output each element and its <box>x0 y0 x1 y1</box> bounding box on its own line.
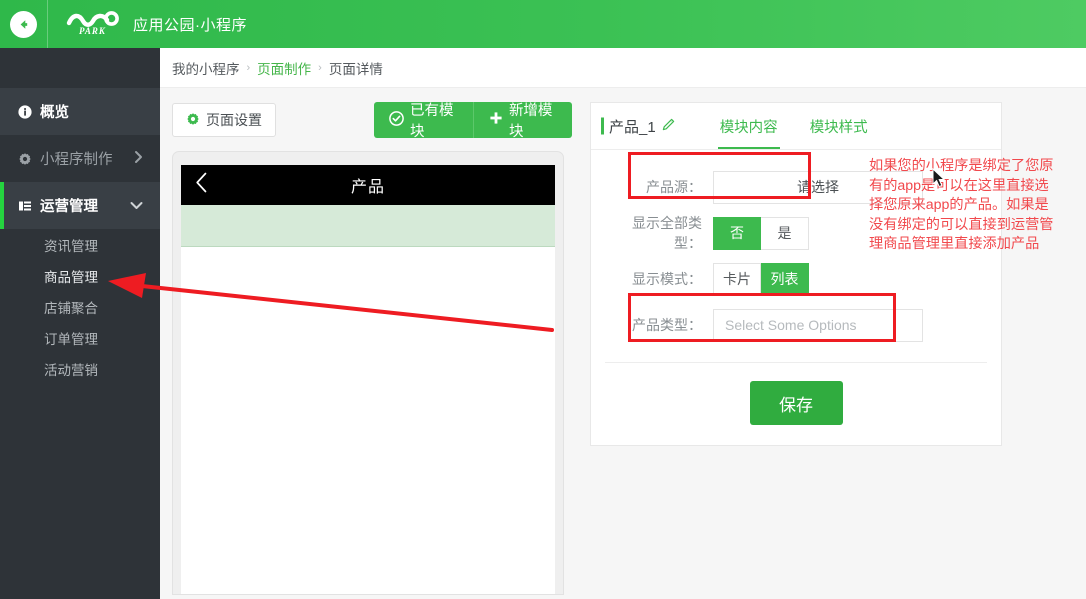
sidebar-item-overview-label: 概览 <box>40 101 69 122</box>
page-settings-label: 页面设置 <box>206 110 262 130</box>
chevron-right-icon <box>134 150 143 167</box>
display-mode-option-card-label: 卡片 <box>723 269 751 289</box>
breadcrumb-separator-icon-2: › <box>318 62 322 74</box>
show-all-types-toggle: 否 是 <box>713 217 809 250</box>
phone-preview-frame: 产品 <box>172 151 564 595</box>
module-settings-card: 产品_1 模块内容 <box>590 102 1002 446</box>
top-header-bar: PARK 应用公园·小程序 <box>0 0 1086 48</box>
module-settings-pane: 产品_1 模块内容 <box>590 102 1002 595</box>
phone-nav-title: 产品 <box>181 173 555 197</box>
content-area: 我的小程序 › 页面制作 › 页面详情 页面设置 <box>160 48 1086 599</box>
phone-nav-bar: 产品 <box>181 165 555 205</box>
tab-module-content[interactable]: 模块内容 <box>718 103 780 149</box>
sidebar-subitem-news-label: 资讯管理 <box>44 235 98 255</box>
add-module-label: 新增模块 <box>509 102 557 138</box>
sidebar-item-overview[interactable]: 概览 <box>0 88 160 135</box>
show-all-types-option-yes[interactable]: 是 <box>761 217 809 250</box>
show-all-types-option-no-label: 否 <box>730 223 744 243</box>
preview-pane: 页面设置 已有模块 <box>172 102 572 595</box>
sidebar-subitem-shops[interactable]: 店铺聚合 <box>0 291 160 322</box>
module-card-header: 产品_1 模块内容 <box>591 103 1001 150</box>
sidebar-item-operations-label: 运营管理 <box>40 195 98 216</box>
show-all-types-option-yes-label: 是 <box>778 223 792 243</box>
brand-title: 应用公园·小程序 <box>133 14 247 35</box>
breadcrumb-separator-icon: › <box>247 62 251 74</box>
display-mode-option-list-label: 列表 <box>771 269 799 289</box>
sidebar-subitem-news[interactable]: 资讯管理 <box>0 229 160 260</box>
sidebar-subitem-shops-label: 店铺聚合 <box>44 297 98 317</box>
chevron-down-icon <box>130 198 143 214</box>
preview-toolbar: 页面设置 已有模块 <box>172 102 572 138</box>
tab-module-style-label: 模块样式 <box>810 116 868 137</box>
field-label-show-all-types: 显示全部类型： <box>609 213 713 253</box>
module-card-body: 产品源： 请选择 显示全部类型： 否 <box>591 150 1001 445</box>
field-row-product-source: 产品源： 请选择 <box>591 164 1001 210</box>
field-row-show-all-types: 显示全部类型： 否 是 <box>591 210 1001 256</box>
sidebar: 概览 小程序制作 <box>0 48 160 599</box>
field-label-product-type: 产品类型： <box>609 315 713 335</box>
phone-screen: 产品 <box>181 165 555 594</box>
module-button-group: 已有模块 新增模块 <box>374 102 572 138</box>
field-row-display-mode: 显示模式： 卡片 列表 <box>591 256 1001 302</box>
sidebar-subitem-orders-label: 订单管理 <box>44 328 98 348</box>
sidebar-subitem-marketing-label: 活动营销 <box>44 359 98 379</box>
field-row-product-type: 产品类型： Select Some Options <box>591 302 1001 348</box>
plus-icon <box>489 111 503 129</box>
gear-icon <box>186 112 200 129</box>
check-circle-icon <box>389 111 404 130</box>
existing-modules-button[interactable]: 已有模块 <box>374 102 473 138</box>
display-mode-toggle: 卡片 列表 <box>713 263 809 296</box>
info-icon <box>18 105 32 119</box>
breadcrumb-item-2[interactable]: 页面详情 <box>329 58 383 78</box>
chevron-left-icon[interactable] <box>195 172 208 198</box>
breadcrumb: 我的小程序 › 页面制作 › 页面详情 <box>160 48 1086 88</box>
display-mode-option-list[interactable]: 列表 <box>761 263 809 296</box>
module-tabs: 模块内容 模块样式 <box>718 103 870 149</box>
module-name-group: 产品_1 <box>601 116 676 137</box>
tab-module-content-label: 模块内容 <box>720 116 778 137</box>
app-park-logo-icon: PARK <box>66 7 124 42</box>
sidebar-top-spacer <box>0 48 160 88</box>
sidebar-subitem-orders[interactable]: 订单管理 <box>0 322 160 353</box>
existing-modules-label: 已有模块 <box>410 102 458 138</box>
product-type-multiselect[interactable]: Select Some Options <box>713 309 923 342</box>
display-mode-option-card[interactable]: 卡片 <box>713 263 761 296</box>
sidebar-subitem-goods-label: 商品管理 <box>44 266 98 286</box>
arrow-left-icon <box>10 11 37 38</box>
edit-pencil-icon[interactable] <box>662 117 676 135</box>
breadcrumb-item-0[interactable]: 我的小程序 <box>172 58 240 78</box>
show-all-types-option-no[interactable]: 否 <box>713 217 761 250</box>
sidebar-item-miniprogram-build-label: 小程序制作 <box>40 148 113 169</box>
preview-module-placeholder[interactable] <box>181 205 555 247</box>
sidebar-subitem-goods[interactable]: 商品管理 <box>0 260 160 291</box>
field-label-product-source: 产品源： <box>609 177 713 197</box>
sidebar-item-operations[interactable]: 运营管理 <box>0 182 160 229</box>
save-row: 保存 <box>591 363 1001 445</box>
panes-row: 页面设置 已有模块 <box>160 88 1086 595</box>
product-source-select[interactable]: 请选择 <box>713 171 923 204</box>
app-root: PARK 应用公园·小程序 概览 <box>0 0 1086 599</box>
save-button[interactable]: 保存 <box>750 381 843 425</box>
brand-logo-group[interactable]: PARK 应用公园·小程序 <box>66 7 247 42</box>
product-type-placeholder: Select Some Options <box>725 317 857 333</box>
gear-icon <box>18 152 32 166</box>
field-label-display-mode: 显示模式： <box>609 269 713 289</box>
module-name-label: 产品_1 <box>609 116 656 137</box>
svg-text:PARK: PARK <box>79 26 106 36</box>
list-icon <box>18 199 32 213</box>
product-source-value: 请选择 <box>797 177 839 197</box>
breadcrumb-item-1[interactable]: 页面制作 <box>257 58 311 78</box>
back-button[interactable] <box>0 0 48 48</box>
sidebar-item-miniprogram-build[interactable]: 小程序制作 <box>0 135 160 182</box>
page-settings-button[interactable]: 页面设置 <box>172 103 276 137</box>
tab-module-style[interactable]: 模块样式 <box>808 103 870 149</box>
sidebar-subitem-marketing[interactable]: 活动营销 <box>0 353 160 384</box>
add-module-button[interactable]: 新增模块 <box>473 102 572 138</box>
